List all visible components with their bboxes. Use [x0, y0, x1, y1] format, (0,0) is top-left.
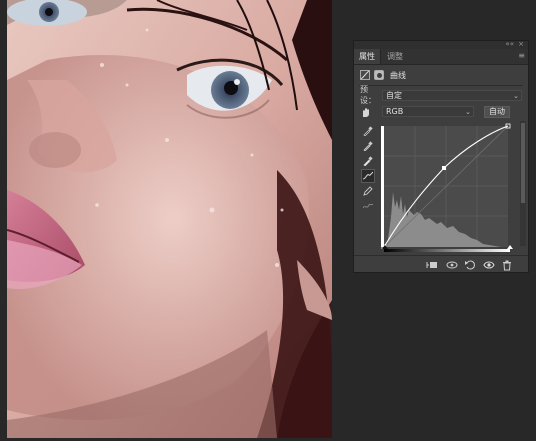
view-previous-state-icon[interactable] — [446, 259, 458, 271]
adjustment-title: 曲线 — [390, 70, 406, 80]
close-icon[interactable]: × — [518, 40, 524, 48]
auto-button[interactable]: 自动 — [484, 105, 510, 118]
divider — [359, 85, 523, 86]
preset-dropdown[interactable]: 自定 ⌄ — [382, 89, 522, 101]
clip-to-layer-icon[interactable] — [426, 259, 438, 271]
adjustment-header: 曲线 — [360, 68, 406, 82]
output-gradient-bar — [381, 126, 384, 247]
smooth-curve-icon[interactable] — [362, 200, 374, 212]
panel-menu-icon[interactable]: ≡ — [518, 51, 525, 60]
panel-title-bar[interactable]: «« × — [354, 40, 528, 49]
gray-point-eyedropper-icon[interactable] — [362, 140, 374, 152]
chevron-down-icon: ⌄ — [465, 108, 471, 116]
collapse-icon[interactable]: «« — [505, 40, 514, 48]
portrait-image — [7, 0, 332, 438]
scroll-thumb[interactable] — [521, 123, 525, 203]
trash-icon[interactable] — [501, 259, 513, 271]
curves-adjustment-icon[interactable] — [360, 70, 370, 80]
black-input-slider[interactable] — [382, 245, 388, 249]
reset-icon[interactable] — [464, 259, 476, 271]
panel-bottom-bar — [354, 255, 528, 273]
preset-label: 预设： — [360, 85, 376, 105]
layer-mask-icon[interactable] — [374, 70, 384, 80]
pencil-draw-icon[interactable] — [362, 185, 374, 197]
panel-tabs: 属性 调整 ≡ — [354, 49, 528, 65]
portrait-photo[interactable] — [7, 0, 332, 438]
input-gradient-bar — [384, 249, 510, 252]
preset-row: 预设： 自定 ⌄ — [360, 85, 522, 105]
black-point-eyedropper-icon[interactable] — [362, 125, 374, 137]
curves-tool-column — [361, 125, 375, 215]
curve-control-point[interactable] — [442, 166, 446, 170]
channel-dropdown[interactable]: RGB ⌄ — [382, 106, 474, 117]
tab-properties[interactable]: 属性 — [354, 49, 381, 64]
target-adjust-hand-icon[interactable] — [360, 106, 372, 118]
white-point-eyedropper-icon[interactable] — [362, 155, 374, 167]
curves-graph[interactable] — [381, 122, 512, 250]
channel-row: RGB ⌄ 自动 — [360, 105, 522, 118]
channel-value: RGB — [386, 107, 404, 116]
curve-point-tool-icon[interactable] — [361, 169, 375, 183]
panel-scrollbar[interactable] — [520, 121, 526, 246]
visibility-eye-icon[interactable] — [483, 259, 495, 271]
preset-value: 自定 — [386, 90, 402, 100]
tab-adjustments[interactable]: 调整 — [382, 49, 408, 64]
properties-panel: «« × 属性 调整 ≡ 曲线 预设： 自定 ⌄ RGB ⌄ 自动 — [353, 40, 529, 273]
chevron-down-icon: ⌄ — [513, 91, 519, 100]
white-input-slider[interactable] — [507, 245, 513, 249]
